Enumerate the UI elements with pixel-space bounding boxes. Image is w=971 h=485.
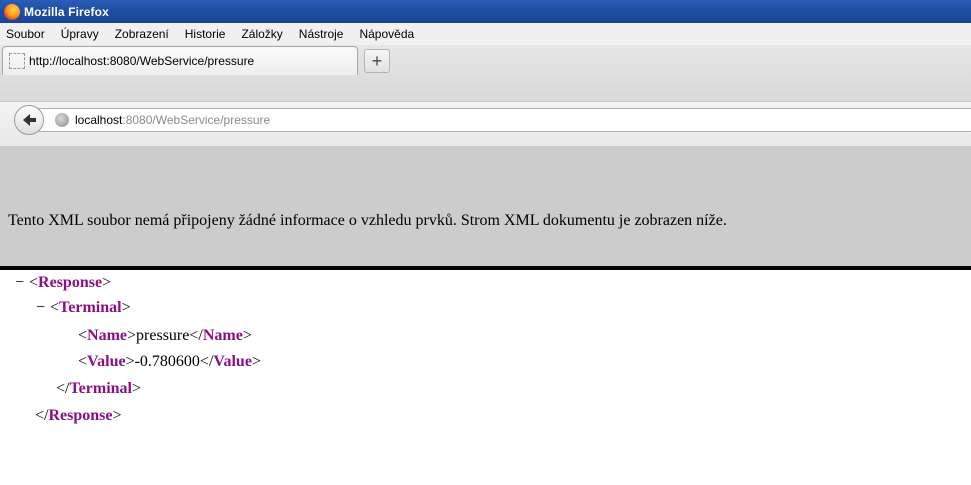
menu-zalozky[interactable]: Záložky [241, 27, 282, 41]
menu-napoveda[interactable]: Nápověda [359, 27, 414, 41]
navigation-bar: localhost:8080/WebService/pressure [0, 101, 971, 146]
tab-strip: http://localhost:8080/WebService/pressur… [0, 45, 971, 101]
menu-zobrazeni[interactable]: Zobrazení [115, 27, 169, 41]
menu-nastroje[interactable]: Nástroje [299, 27, 344, 41]
xml-tag-name-open: Name [87, 327, 128, 344]
xml-name-value: pressure [136, 327, 190, 344]
xml-tag-response: Response [38, 274, 103, 291]
tab-label: http://localhost:8080/WebService/pressur… [29, 54, 255, 68]
window-title: Mozilla Firefox [24, 4, 109, 19]
xml-tag-value-open: Value [87, 353, 126, 370]
xml-terminal-close: </Terminal> [56, 380, 142, 397]
page-icon [9, 53, 25, 69]
menu-bar: Soubor Úpravy Zobrazení Historie Záložky… [0, 23, 971, 45]
url-bar[interactable]: localhost:8080/WebService/pressure [38, 108, 971, 132]
new-tab-button[interactable]: + [364, 49, 390, 73]
menu-soubor[interactable]: Soubor [6, 27, 45, 41]
xml-tag-terminal-close: Terminal [69, 380, 132, 397]
xml-value-value: -0.780600 [134, 353, 200, 370]
xml-tag-name-close: Name [202, 327, 243, 344]
back-button[interactable] [14, 105, 44, 135]
xml-response-close: </Response> [35, 407, 122, 424]
xml-name-element: <Name>pressure</Name> [78, 327, 252, 344]
menu-upravy[interactable]: Úpravy [61, 27, 99, 41]
xml-response-open: − <Response> [15, 274, 112, 292]
xml-tag-terminal: Terminal [59, 299, 122, 316]
collapse-toggle-response[interactable]: − [15, 274, 29, 292]
title-bar[interactable]: Mozilla Firefox [0, 0, 971, 23]
browser-window: Mozilla Firefox Soubor Úpravy Zobrazení … [0, 0, 971, 485]
collapse-toggle-terminal[interactable]: − [36, 299, 50, 317]
menu-historie[interactable]: Historie [185, 27, 226, 41]
url-path: :8080/WebService/pressure [122, 113, 271, 127]
globe-icon [55, 113, 69, 127]
xml-info-banner: Tento XML soubor nemá připojeny žádné in… [0, 146, 971, 270]
xml-value-element: <Value>-0.780600</Value> [78, 353, 261, 370]
url-host: localhost [75, 113, 123, 127]
tab-active[interactable]: http://localhost:8080/WebService/pressur… [2, 46, 358, 75]
xml-tag-value-close: Value [213, 353, 252, 370]
xml-info-text: Tento XML soubor nemá připojeny žádné in… [8, 212, 727, 229]
xml-terminal-open: − <Terminal> [36, 299, 131, 317]
back-arrow-icon [23, 114, 36, 126]
firefox-logo-icon [4, 3, 20, 20]
xml-tag-response-close: Response [48, 407, 113, 424]
